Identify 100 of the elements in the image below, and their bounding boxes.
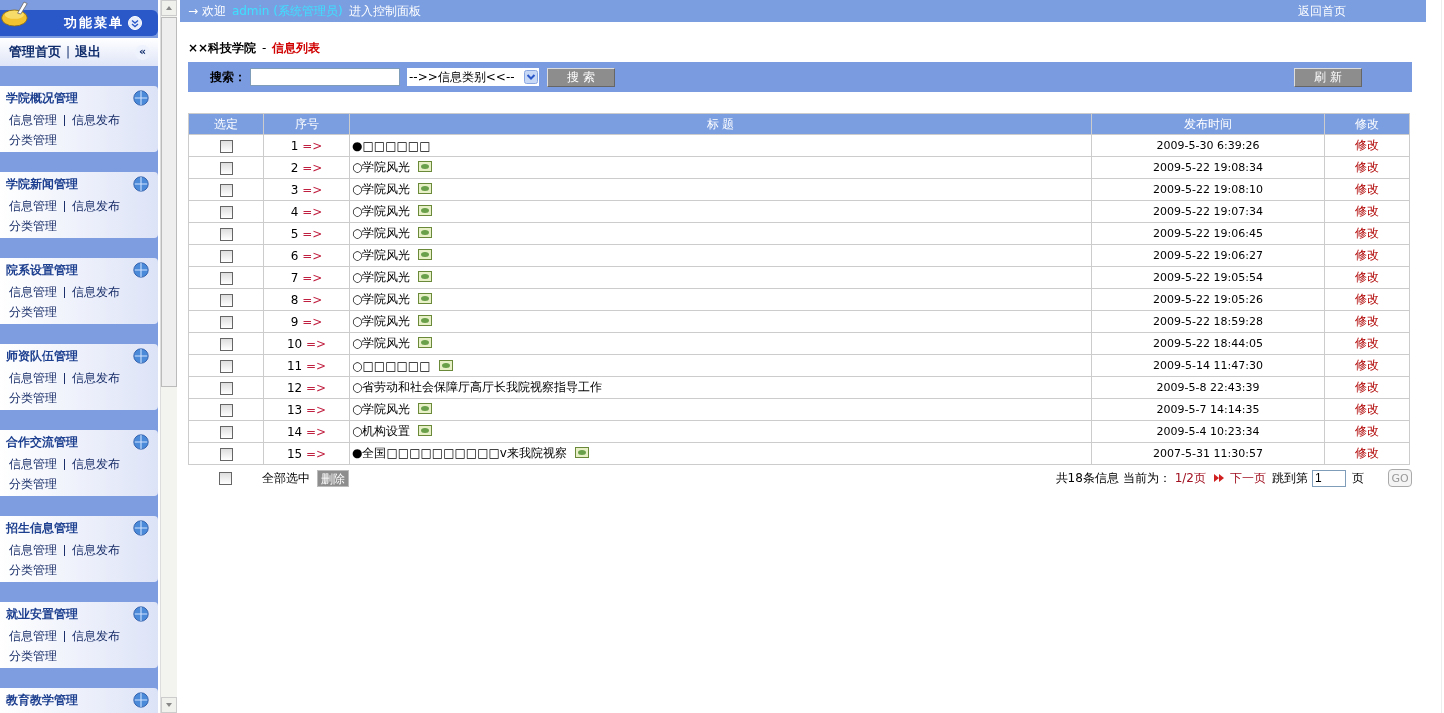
group-title[interactable]: 教育教学管理 — [6, 691, 78, 709]
column-header: 序号 — [263, 113, 350, 135]
title-link[interactable]: ○学院风光 — [352, 226, 411, 240]
collapse-button[interactable]: « — [135, 44, 150, 60]
row-checkbox[interactable] — [219, 227, 233, 241]
next-page-link[interactable]: 下一页 — [1230, 469, 1266, 487]
title-link[interactable]: ○机构设置 — [352, 424, 411, 438]
row-checkbox[interactable] — [219, 249, 233, 263]
page-indicator: 1/2页 — [1174, 469, 1206, 487]
edit-link[interactable]: 修改 — [1355, 292, 1379, 306]
row-checkbox[interactable] — [219, 315, 233, 329]
logout-link[interactable]: 退出 — [75, 43, 102, 61]
category-dropdown[interactable]: -->>信息类别<<-- — [407, 68, 539, 86]
menu-link[interactable]: 分类管理 — [9, 475, 57, 493]
menu-link[interactable]: 分类管理 — [9, 131, 57, 149]
title-link[interactable]: ○学院风光 — [352, 182, 411, 196]
menu-link[interactable]: 分类管理 — [9, 647, 57, 665]
edit-link[interactable]: 修改 — [1355, 204, 1379, 218]
menu-link[interactable]: 信息发布 — [72, 369, 120, 387]
column-header: 选定 — [188, 113, 264, 135]
edit-link[interactable]: 修改 — [1355, 138, 1379, 152]
menu-link[interactable]: 信息管理 — [9, 541, 57, 559]
table-cell: 13 => — [263, 398, 350, 421]
row-checkbox[interactable] — [219, 381, 233, 395]
edit-link[interactable]: 修改 — [1355, 314, 1379, 328]
row-checkbox[interactable] — [219, 425, 233, 439]
title-link[interactable]: ○学院风光 — [352, 314, 411, 328]
row-checkbox[interactable] — [219, 337, 233, 351]
edit-link[interactable]: 修改 — [1355, 380, 1379, 394]
title-link[interactable]: ○学院风光 — [352, 160, 411, 174]
title-link[interactable]: ○学院风光 — [352, 248, 411, 262]
fast-forward-icon — [1214, 474, 1224, 482]
table-cell: 14 => — [263, 420, 350, 443]
group-title[interactable]: 师资队伍管理 — [6, 347, 78, 365]
table-cell: 2009-5-22 18:59:28 — [1091, 310, 1325, 333]
table-cell: 6 => — [263, 244, 350, 267]
menu-link[interactable]: 信息发布 — [72, 455, 120, 473]
title-link[interactable]: ○学院风光 — [352, 402, 411, 416]
title-link[interactable]: ●□□□□□□ — [352, 138, 431, 153]
globe-icon — [132, 175, 150, 193]
menu-link[interactable]: 信息管理 — [9, 283, 57, 301]
title-link[interactable]: ○学院风光 — [352, 204, 411, 218]
menu-link[interactable]: 信息发布 — [72, 283, 120, 301]
edit-link[interactable]: 修改 — [1355, 402, 1379, 416]
edit-link[interactable]: 修改 — [1355, 270, 1379, 284]
menu-link[interactable]: 分类管理 — [9, 217, 57, 235]
search-field[interactable] — [250, 68, 400, 86]
row-checkbox[interactable] — [219, 183, 233, 197]
title-link[interactable]: ○学院风光 — [352, 336, 411, 350]
row-checkbox[interactable] — [219, 403, 233, 417]
chevron-down-icon[interactable] — [128, 16, 142, 30]
edit-link[interactable]: 修改 — [1355, 358, 1379, 372]
row-checkbox[interactable] — [219, 161, 233, 175]
table-cell: 5 => — [263, 222, 350, 245]
row-checkbox[interactable] — [219, 447, 233, 461]
edit-link[interactable]: 修改 — [1355, 248, 1379, 262]
row-checkbox[interactable] — [219, 205, 233, 219]
menu-link[interactable]: 信息管理 — [9, 369, 57, 387]
edit-link[interactable]: 修改 — [1355, 446, 1379, 460]
group-title[interactable]: 学院概况管理 — [6, 89, 78, 107]
menu-link[interactable]: 分类管理 — [9, 389, 57, 407]
edit-link[interactable]: 修改 — [1355, 160, 1379, 174]
group-title[interactable]: 合作交流管理 — [6, 433, 78, 451]
title-link[interactable]: ○□□□□□□ — [352, 358, 431, 373]
edit-link[interactable]: 修改 — [1355, 336, 1379, 350]
row-checkbox[interactable] — [219, 271, 233, 285]
page-number-field[interactable]: 1 — [1312, 469, 1346, 487]
menu-link[interactable]: 信息管理 — [9, 627, 57, 645]
home-link[interactable]: 管理首页 — [9, 43, 61, 61]
title-link[interactable]: ○学院风光 — [352, 270, 411, 284]
row-checkbox[interactable] — [219, 293, 233, 307]
scroll-up-icon[interactable] — [165, 5, 173, 11]
group-title[interactable]: 招生信息管理 — [6, 519, 78, 537]
edit-link[interactable]: 修改 — [1355, 182, 1379, 196]
select-all-checkbox[interactable] — [218, 472, 232, 485]
edit-link[interactable]: 修改 — [1355, 226, 1379, 240]
edit-link[interactable]: 修改 — [1355, 424, 1379, 438]
table-cell: 2009-5-30 6:39:26 — [1091, 134, 1325, 157]
scroll-down-icon[interactable] — [165, 702, 173, 708]
table-cell: 2009-5-22 19:06:27 — [1091, 244, 1325, 267]
menu-link[interactable]: 信息管理 — [9, 197, 57, 215]
menu-link[interactable]: 信息发布 — [72, 197, 120, 215]
title-link[interactable]: ●全国□□□□□□□□□□v来我院视察 — [352, 446, 567, 460]
row-checkbox[interactable] — [219, 139, 233, 153]
menu-link[interactable]: 分类管理 — [9, 561, 57, 579]
menu-link[interactable]: 信息管理 — [9, 111, 57, 129]
menu-link[interactable]: 信息管理 — [9, 455, 57, 473]
menu-link[interactable]: 信息发布 — [72, 541, 120, 559]
table-cell: 2009-5-22 18:44:05 — [1091, 332, 1325, 355]
menu-link[interactable]: 分类管理 — [9, 303, 57, 321]
table-cell: 7 => — [263, 266, 350, 289]
row-checkbox[interactable] — [219, 359, 233, 373]
group-title[interactable]: 院系设置管理 — [6, 261, 78, 279]
scrollbar[interactable] — [160, 0, 177, 713]
menu-link[interactable]: 信息发布 — [72, 627, 120, 645]
group-title[interactable]: 就业安置管理 — [6, 605, 78, 623]
title-link[interactable]: ○学院风光 — [352, 292, 411, 306]
table-cell: 11 => — [263, 354, 350, 377]
menu-link[interactable]: 信息发布 — [72, 111, 120, 129]
group-title[interactable]: 学院新闻管理 — [6, 175, 78, 193]
